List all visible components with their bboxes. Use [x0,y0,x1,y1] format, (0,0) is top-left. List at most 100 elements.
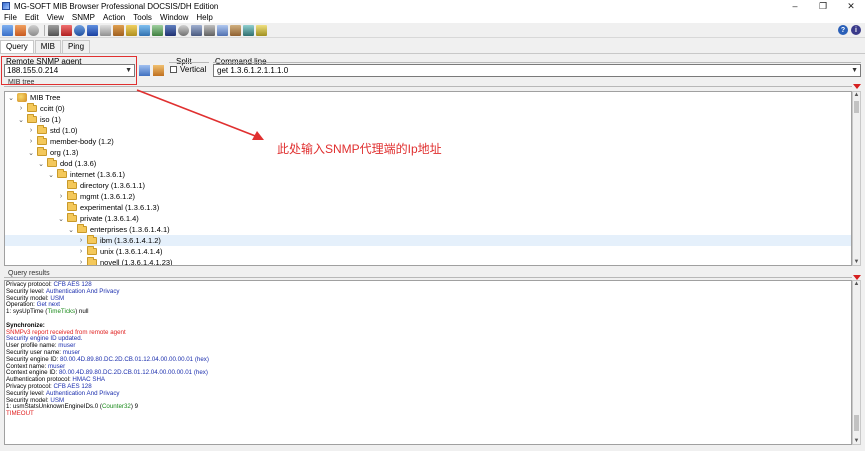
scroll-up-icon[interactable]: ▲ [853,281,860,287]
menu-tools[interactable]: Tools [129,13,156,22]
tree-node[interactable]: experimental (1.3.6.1.3) [5,202,851,213]
restore-icon[interactable]: ❐ [809,0,837,12]
book-icon[interactable] [113,24,124,36]
tree-node[interactable]: › ccitt (0) [5,103,851,114]
tree-twisty[interactable]: ⌄ [7,94,15,102]
tree-node[interactable]: ⌄ dod (1.3.6) [5,158,851,169]
command-line-input[interactable]: get 1.3.6.1.2.1.1.1.0 ▼ [213,64,861,77]
delete-icon[interactable] [61,24,72,36]
scroll-down-icon[interactable]: ▼ [853,259,860,265]
trap-icon[interactable] [217,24,228,36]
globe-icon[interactable] [74,24,85,36]
folder-icon [67,213,77,222]
mib-tree-divider [4,86,852,87]
about-icon[interactable]: i [851,25,861,35]
settings-icon[interactable] [178,24,189,36]
contact-icon[interactable] [2,24,13,36]
result-key: 1: sysUpTime ( [6,308,48,316]
tree-twisty[interactable]: ⌄ [37,160,45,168]
close-icon[interactable]: ✕ [837,0,865,12]
tab-mib[interactable]: MIB [34,40,62,53]
tree-twisty[interactable]: ⌄ [47,171,55,179]
options-icon[interactable] [256,24,267,36]
agent-icon[interactable] [204,24,215,36]
tools-icon[interactable] [48,24,59,36]
mib-root-icon [17,93,27,102]
window-title: MG-SOFT MIB Browser Professional DOCSIS/… [14,1,219,11]
table-icon[interactable] [100,24,111,36]
tree-node[interactable]: › novell (1.3.6.1.4.1.23) [5,257,851,266]
mib-tree-scrollbar[interactable]: ▲ ▼ [852,91,861,266]
tree-twisty[interactable]: ⌄ [67,226,75,234]
tree-node-label: enterprises (1.3.6.1.4.1) [90,225,170,234]
folder-icon [77,224,87,233]
tree-twisty[interactable]: ⌄ [27,149,35,157]
query-results-divider [4,277,852,278]
scroll-thumb[interactable] [854,101,859,113]
tree-twisty[interactable]: ⌄ [57,215,65,223]
scroll-down-icon[interactable]: ▼ [853,438,860,444]
tree-icon[interactable] [152,24,163,36]
result-line: Context engine ID: 80.00.4D.89.80.DC.2D.… [6,369,851,377]
folder-icon [57,169,67,178]
result-heading: Synchronize: [6,321,45,329]
stop-icon[interactable] [28,24,39,36]
tab-ping[interactable]: Ping [62,40,91,53]
menu-snmp[interactable]: SNMP [68,13,99,22]
script-icon[interactable] [230,24,241,36]
tree-twisty[interactable]: › [17,105,25,112]
query-results-pane[interactable]: Privacy protocol: CFB AES 128 Security l… [4,280,852,445]
collapse-arrow-icon[interactable] [853,84,861,89]
tree-node-label: private (1.3.6.1.4) [80,214,139,223]
scroll-thumb[interactable] [854,415,859,431]
tree-node[interactable]: directory (1.3.6.1.1) [5,180,851,191]
tree-twisty[interactable]: ⌄ [17,116,25,124]
folder-icon[interactable] [126,24,137,36]
monitor-icon[interactable] [243,24,254,36]
tree-node[interactable]: ⌄ MIB Tree [5,92,851,103]
result-suffix: ) null [75,308,89,316]
walk-icon[interactable] [15,24,26,36]
graph-icon[interactable] [191,24,202,36]
menu-edit[interactable]: Edit [21,13,43,22]
tree-node[interactable]: ⌄ private (1.3.6.1.4) [5,213,851,224]
vertical-checkbox[interactable] [170,66,177,73]
title-bar: MG-SOFT MIB Browser Professional DOCSIS/… [0,0,865,12]
menu-view[interactable]: View [43,13,68,22]
menu-action[interactable]: Action [99,13,129,22]
chevron-down-icon[interactable]: ▼ [851,67,858,74]
menu-window[interactable]: Window [156,13,192,22]
menu-help[interactable]: Help [192,13,216,22]
tree-twisty[interactable]: › [27,138,35,145]
tree-node-label: novell (1.3.6.1.4.1.23) [100,258,173,266]
tree-node[interactable]: › ibm (1.3.6.1.4.1.2) [5,235,851,246]
tree-twisty[interactable]: › [57,193,65,200]
tab-query[interactable]: Query [0,40,34,53]
tree-node[interactable]: › unix (1.3.6.1.4.1.4) [5,246,851,257]
info-icon[interactable] [87,24,98,36]
minimize-icon[interactable]: – [781,0,809,12]
tree-node-label: experimental (1.3.6.1.3) [80,203,160,212]
export-icon[interactable] [139,24,150,36]
agent-list-icon[interactable] [153,65,164,76]
tree-twisty[interactable]: › [77,259,85,265]
tree-node[interactable]: ⌄ iso (1) [5,114,851,125]
help-icon[interactable]: ? [838,25,848,35]
agent-properties-icon[interactable] [139,65,150,76]
find-icon[interactable] [165,24,176,36]
tree-twisty[interactable]: › [77,248,85,255]
result-value: 80.00.4D.89.80.DC.2D.CB.01.12.04.00.00.0… [60,355,209,363]
tree-twisty[interactable]: › [27,127,35,134]
tree-node[interactable]: ⌄ enterprises (1.3.6.1.4.1) [5,224,851,235]
tree-node[interactable]: ⌄ internet (1.3.6.1) [5,169,851,180]
tree-node[interactable]: › std (1.0) [5,125,851,136]
result-line: Privacy protocol: CFB AES 128 [6,383,851,391]
tree-node[interactable]: › mgmt (1.3.6.1.2) [5,191,851,202]
tree-twisty[interactable]: › [77,237,85,244]
result-line: 1: usmStatsUnknownEngineIDs.0 (Counter32… [6,403,851,411]
result-line: Security engine ID updated. [6,335,83,343]
mib-tree[interactable]: ⌄ MIB Tree › ccitt (0) ⌄ iso (1) › std (… [4,91,852,266]
scroll-up-icon[interactable]: ▲ [853,92,860,98]
menu-file[interactable]: File [0,13,21,22]
query-results-scrollbar[interactable]: ▲ ▼ [852,280,861,445]
